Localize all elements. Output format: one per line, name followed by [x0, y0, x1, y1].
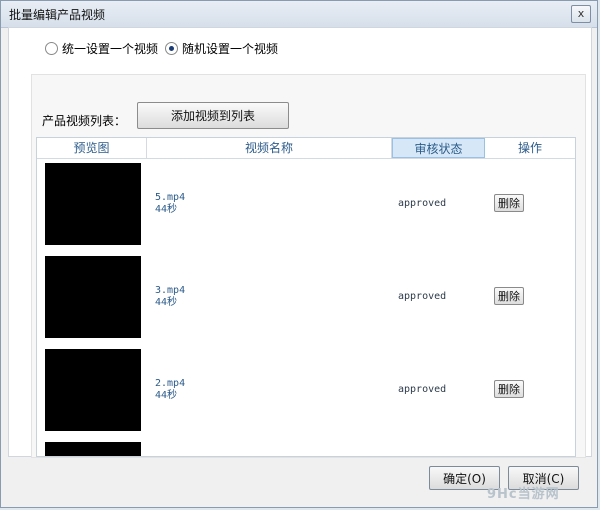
radio-uniform-video[interactable]: 统一设置一个视频: [45, 40, 158, 58]
column-preview[interactable]: 预览图: [37, 138, 147, 158]
video-file-name: 3.mp4: [155, 285, 186, 296]
close-button[interactable]: x: [571, 5, 591, 23]
table-header: 预览图 视频名称 审核状态 操作: [37, 138, 575, 159]
watermark-logo: 9Hc当游网: [487, 487, 560, 502]
review-status: approved: [398, 198, 447, 209]
video-list-panel: 产品视频列表： 添加视频到列表 预览图 视频名称 审核状态 操作 5.mp4 4…: [31, 74, 586, 458]
table-row: 5.mp4 44秒 approved 删除: [37, 159, 575, 252]
delete-button[interactable]: 删除: [494, 380, 524, 398]
column-video-name[interactable]: 视频名称: [147, 138, 392, 158]
window-title: 批量编辑产品视频: [9, 8, 106, 22]
video-duration: 44秒: [155, 204, 178, 215]
column-review-status[interactable]: 审核状态: [392, 138, 485, 158]
video-thumbnail: [45, 163, 141, 245]
dialog-content: 统一设置一个视频 随机设置一个视频 产品视频列表： 添加视频到列表 预览图 视频…: [8, 27, 592, 458]
video-name-cell: 3.mp4 44秒: [155, 285, 185, 309]
video-table: 预览图 视频名称 审核状态 操作 5.mp4 44秒 approved 删除 3…: [36, 137, 576, 457]
video-duration: 44秒: [155, 390, 178, 401]
table-row-partial: [37, 438, 575, 456]
table-row: 2.mp4 44秒 approved 删除: [37, 345, 575, 438]
radio-random-video[interactable]: 随机设置一个视频: [165, 40, 278, 58]
radio-uniform-label: 统一设置一个视频: [62, 42, 159, 56]
delete-button[interactable]: 删除: [494, 287, 524, 305]
review-status: approved: [398, 384, 447, 395]
video-name-cell: 5.mp4 44秒: [155, 192, 185, 216]
column-action[interactable]: 操作: [485, 138, 575, 158]
batch-edit-video-dialog: 批量编辑产品视频 x 统一设置一个视频 随机设置一个视频 产品视频列表： 添加视…: [0, 0, 598, 508]
radio-random-label: 随机设置一个视频: [182, 42, 279, 56]
delete-button[interactable]: 删除: [494, 194, 524, 212]
radio-checked-icon: [165, 42, 178, 55]
video-file-name: 5.mp4: [155, 192, 186, 203]
video-thumbnail: [45, 256, 141, 338]
video-thumbnail: [45, 349, 141, 431]
video-name-cell: 2.mp4 44秒: [155, 378, 185, 402]
radio-unchecked-icon: [45, 42, 58, 55]
add-video-button[interactable]: 添加视频到列表: [137, 102, 289, 129]
video-list-label: 产品视频列表：: [42, 114, 127, 128]
review-status: approved: [398, 291, 447, 302]
title-bar: 批量编辑产品视频 x: [1, 1, 597, 28]
video-file-name: 2.mp4: [155, 378, 186, 389]
table-row: 3.mp4 44秒 approved 删除: [37, 252, 575, 345]
video-thumbnail: [45, 442, 141, 456]
close-icon: x: [577, 7, 585, 20]
video-duration: 44秒: [155, 297, 178, 308]
